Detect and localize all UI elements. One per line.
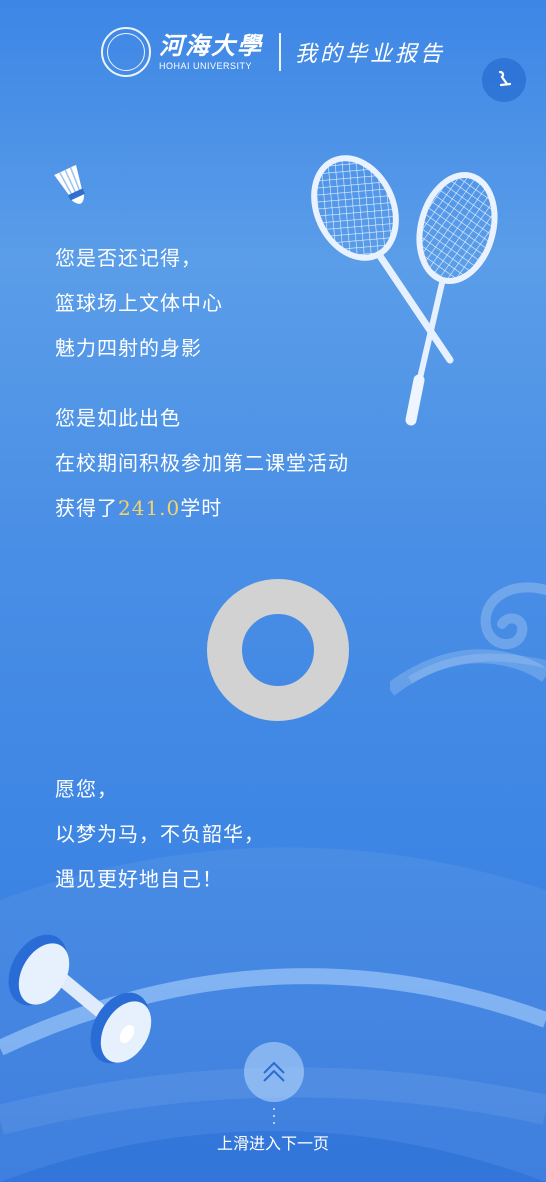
swipe-dots [272, 1108, 276, 1129]
music-note-icon [498, 70, 512, 87]
message-line: 遇见更好地自己！ [55, 867, 223, 891]
swipe-label: 上滑进入下一页 [216, 1134, 329, 1153]
badminton-rackets-icon [311, 155, 498, 426]
logo-en-text: HOHAI UNIVERSITY [158, 61, 252, 71]
swipe-up-button[interactable] [244, 1042, 304, 1102]
university-logo: 河海大學 HOHAI UNIVERSITY [158, 31, 263, 72]
memory-message: 您是否还记得， 篮球场上文体中心 魅力四射的身影 [55, 236, 223, 371]
achievement-message: 您是如此出色 在校期间积极参加第二课堂活动 获得了241.0学时 [55, 396, 349, 531]
wish-message: 愿您， 以梦为马，不负韶华， 遇见更好地自己！ [55, 767, 265, 902]
message-line: 篮球场上文体中心 [55, 291, 223, 315]
header-divider [278, 33, 281, 71]
hours-line: 获得了241.0学时 [55, 486, 349, 531]
message-line: 您是否还记得， [55, 246, 202, 270]
double-chevron-up-icon [263, 1061, 285, 1082]
shuttlecock-icon [54, 164, 86, 204]
header: 河海大學 HOHAI UNIVERSITY 我的毕业报告 [0, 24, 546, 80]
message-line: 魅力四射的身影 [55, 336, 202, 360]
message-line: 在校期间积极参加第二课堂活动 [55, 451, 349, 475]
wave-cloud-decoration [390, 582, 546, 696]
message-line: 以梦为马，不负韶华， [55, 822, 265, 846]
music-toggle-button[interactable] [482, 58, 526, 102]
message-line: 愿您， [55, 777, 118, 801]
hours-suffix: 学时 [180, 496, 223, 520]
message-line: 您是如此出色 [55, 406, 181, 430]
dumbbell-icon [8, 934, 152, 1064]
logo-cn-text: 河海大學 [158, 31, 263, 60]
university-seal-icon [100, 27, 151, 77]
page-title: 我的毕业报告 [294, 42, 445, 67]
ring-graphic [207, 579, 349, 721]
hours-value: 241.0 [118, 496, 181, 520]
hours-prefix: 获得了 [55, 496, 118, 520]
